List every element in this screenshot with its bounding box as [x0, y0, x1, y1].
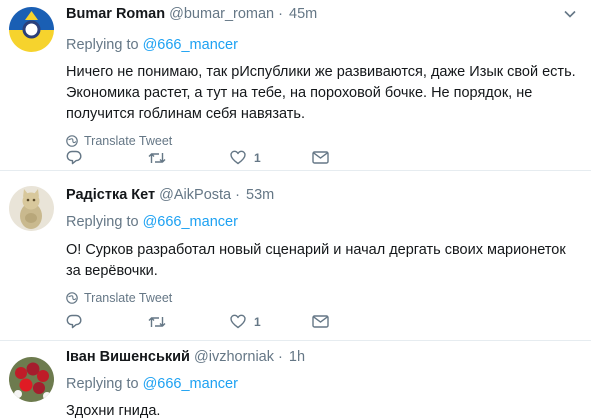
tweet-header: Радістка Кет @AikPosta · 53m — [66, 185, 577, 205]
replying-to: Replying to @666_mancer — [66, 213, 577, 231]
user-handle[interactable]: @bumar_roman — [169, 6, 274, 22]
cat-figurine-avatar-image — [9, 186, 54, 231]
separator-dot: · — [278, 349, 283, 365]
reply-button[interactable] — [66, 150, 148, 165]
retweet-icon — [148, 152, 166, 163]
timestamp[interactable]: 53m — [246, 187, 274, 203]
avatar[interactable] — [9, 7, 54, 52]
tweet-header: Bumar Roman @bumar_roman · 45m — [66, 4, 577, 24]
avatar[interactable] — [9, 357, 54, 402]
user-handle[interactable]: @AikPosta — [159, 187, 231, 203]
user-handle[interactable]: @ivzhorniak — [194, 349, 274, 365]
tweet-header: Іван Вишенський @ivzhorniak · 1h — [66, 347, 577, 367]
display-name[interactable]: Bumar Roman — [66, 6, 165, 22]
chevron-down-icon[interactable] — [563, 9, 577, 19]
like-button[interactable]: 1 — [230, 314, 312, 329]
separator-dot: · — [278, 6, 283, 22]
tweet-text: О! Сурков разработал новый сценарий и на… — [66, 242, 566, 279]
message-icon — [312, 151, 329, 164]
replying-to-label: Replying to — [66, 376, 139, 392]
tweet-text: Ничего не понимаю, так рИспублики же раз… — [66, 64, 576, 122]
translate-label: Translate Tweet — [84, 134, 173, 148]
globe-icon — [66, 135, 78, 147]
replying-to: Replying to @666_mancer — [66, 36, 577, 54]
like-icon — [230, 150, 246, 165]
tweet-text: Здохни гнида. — [66, 403, 161, 419]
flowers-avatar-image — [9, 357, 54, 402]
message-icon — [312, 315, 329, 328]
translate-tweet[interactable]: Translate Tweet — [66, 133, 577, 149]
display-name[interactable]: Іван Вишенський — [66, 349, 190, 365]
mention-link[interactable]: @666_mancer — [143, 214, 238, 230]
like-icon — [230, 314, 246, 329]
like-count: 1 — [254, 150, 261, 165]
translate-label: Translate Tweet — [84, 291, 173, 305]
like-count: 1 — [254, 314, 261, 329]
like-button[interactable]: 1 — [230, 150, 312, 165]
timestamp[interactable]: 45m — [289, 6, 317, 22]
retweet-button[interactable] — [148, 315, 230, 329]
display-name[interactable]: Радістка Кет — [66, 187, 155, 203]
mention-link[interactable]: @666_mancer — [143, 376, 238, 392]
flag-avatar-image — [9, 7, 54, 52]
avatar[interactable] — [9, 186, 54, 231]
reply-button[interactable] — [66, 314, 148, 329]
replying-to-label: Replying to — [66, 37, 139, 53]
message-button[interactable] — [312, 315, 394, 328]
reply-icon — [66, 314, 82, 329]
reply-icon — [66, 150, 82, 165]
replying-to-label: Replying to — [66, 214, 139, 230]
translate-tweet[interactable]: Translate Tweet — [66, 290, 577, 306]
globe-icon — [66, 292, 78, 304]
replying-to: Replying to @666_mancer — [66, 375, 577, 393]
timestamp[interactable]: 1h — [289, 349, 305, 365]
retweet-button[interactable] — [148, 151, 230, 165]
mention-link[interactable]: @666_mancer — [143, 37, 238, 53]
separator-dot: · — [235, 187, 240, 203]
message-button[interactable] — [312, 151, 394, 164]
retweet-icon — [148, 316, 166, 327]
